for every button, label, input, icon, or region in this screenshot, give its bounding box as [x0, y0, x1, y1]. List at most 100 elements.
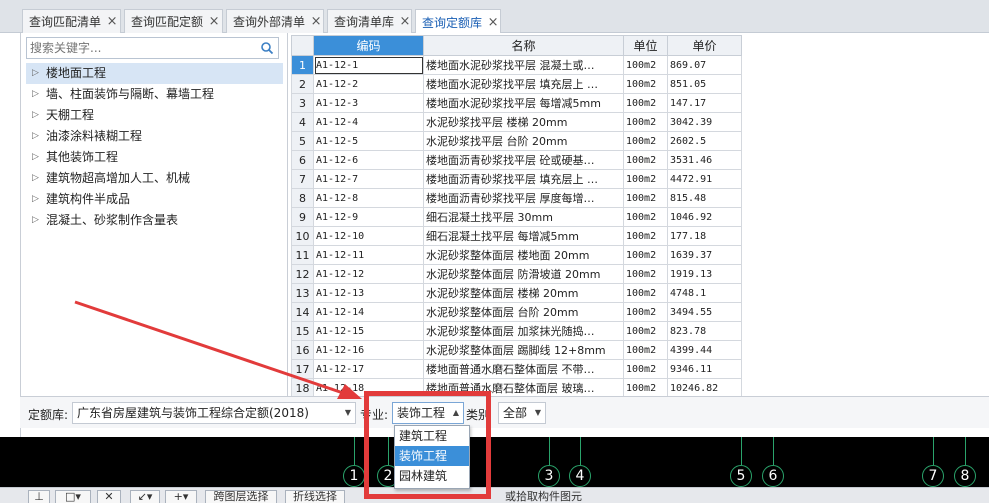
- cell-code[interactable]: A1-12-6: [313, 150, 424, 170]
- grid-corner[interactable]: [291, 35, 314, 56]
- row-number[interactable]: 17: [291, 359, 314, 379]
- tab-query-list-library[interactable]: 查询清单库 ×: [327, 9, 412, 33]
- pointer-icon[interactable]: ↙▾: [130, 490, 160, 503]
- tree-item-other-decoration[interactable]: ▷ 其他装饰工程: [26, 147, 283, 168]
- cell-price[interactable]: 1046.92: [667, 207, 742, 227]
- cell-unit[interactable]: 100m2: [623, 302, 668, 322]
- table-row[interactable]: 15 A1-12-15 水泥砂浆整体面层 加浆抹光随捣… 100m2 823.78: [291, 321, 742, 341]
- cell-unit[interactable]: 100m2: [623, 74, 668, 94]
- cell-price[interactable]: 3042.39: [667, 112, 742, 132]
- row-number[interactable]: 3: [291, 93, 314, 113]
- cell-unit[interactable]: 100m2: [623, 207, 668, 227]
- cell-code[interactable]: A1-12-17: [313, 359, 424, 379]
- tree-item-ceiling[interactable]: ▷ 天棚工程: [26, 105, 283, 126]
- cell-name[interactable]: 水泥砂浆整体面层 踢脚线 12+8mm: [423, 340, 624, 360]
- tree-item-high-rise[interactable]: ▷ 建筑物超高增加人工、机械: [26, 168, 283, 189]
- cell-code[interactable]: A1-12-7: [313, 169, 424, 189]
- cell-name[interactable]: 楼地面普通水磨石整体面层 不带…: [423, 359, 624, 379]
- cell-unit[interactable]: 100m2: [623, 378, 668, 398]
- cell-name[interactable]: 楼地面水泥砂浆找平层 混凝土或…: [423, 55, 624, 75]
- table-row[interactable]: 17 A1-12-17 楼地面普通水磨石整体面层 不带… 100m2 9346.11: [291, 359, 742, 379]
- cell-name[interactable]: 楼地面水泥砂浆找平层 填充层上 …: [423, 74, 624, 94]
- table-row[interactable]: 2 A1-12-2 楼地面水泥砂浆找平层 填充层上 … 100m2 851.05: [291, 74, 742, 94]
- snap-icon[interactable]: ⊥: [28, 490, 50, 503]
- cell-unit[interactable]: 100m2: [623, 264, 668, 284]
- cell-price[interactable]: 4748.1: [667, 283, 742, 303]
- cross-select-icon[interactable]: ✕: [97, 490, 121, 503]
- cross-layer-select-button[interactable]: 跨图层选择: [205, 490, 277, 503]
- add-icon[interactable]: +▾: [165, 490, 197, 503]
- cell-price[interactable]: 177.18: [667, 226, 742, 246]
- cell-unit[interactable]: 100m2: [623, 188, 668, 208]
- cell-unit[interactable]: 100m2: [623, 169, 668, 189]
- close-icon[interactable]: ×: [310, 14, 322, 29]
- cell-name[interactable]: 细石混凝土找平层 30mm: [423, 207, 624, 227]
- cell-unit[interactable]: 100m2: [623, 131, 668, 151]
- row-number[interactable]: 13: [291, 283, 314, 303]
- column-header-unit[interactable]: 单位: [623, 35, 668, 56]
- cell-price[interactable]: 3494.55: [667, 302, 742, 322]
- cell-name[interactable]: 楼地面沥青砂浆找平层 砼或硬基…: [423, 150, 624, 170]
- polyline-select-button[interactable]: 折线选择: [285, 490, 345, 503]
- cell-unit[interactable]: 100m2: [623, 321, 668, 341]
- cell-price[interactable]: 3531.46: [667, 150, 742, 170]
- table-row[interactable]: 16 A1-12-16 水泥砂浆整体面层 踢脚线 12+8mm 100m2 4399.4…: [291, 340, 742, 360]
- cell-name[interactable]: 水泥砂浆整体面层 加浆抹光随捣…: [423, 321, 624, 341]
- tab-query-quota-library[interactable]: 查询定额库 ×: [415, 9, 501, 34]
- cell-name[interactable]: 水泥砂浆找平层 台阶 20mm: [423, 131, 624, 151]
- expand-arrow-icon[interactable]: ▷: [32, 84, 46, 105]
- table-row[interactable]: 13 A1-12-13 水泥砂浆整体面层 楼梯 20mm 100m2 4748.1: [291, 283, 742, 303]
- close-icon[interactable]: ×: [487, 15, 499, 30]
- cell-price[interactable]: 1919.13: [667, 264, 742, 284]
- cell-price[interactable]: 1639.37: [667, 245, 742, 265]
- column-header-name[interactable]: 名称: [423, 35, 624, 56]
- close-icon[interactable]: ×: [399, 14, 411, 29]
- table-row[interactable]: 6 A1-12-6 楼地面沥青砂浆找平层 砼或硬基… 100m2 3531.46: [291, 150, 742, 170]
- table-row[interactable]: 3 A1-12-3 楼地面水泥砂浆找平层 每增减5mm 100m2 147.17: [291, 93, 742, 113]
- tree-item-components[interactable]: ▷ 建筑构件半成品: [26, 189, 283, 210]
- cell-price[interactable]: 4399.44: [667, 340, 742, 360]
- cell-unit[interactable]: 100m2: [623, 359, 668, 379]
- expand-arrow-icon[interactable]: ▷: [32, 126, 46, 147]
- cell-code[interactable]: A1-12-4: [313, 112, 424, 132]
- cell-name[interactable]: 楼地面沥青砂浆找平层 填充层上 …: [423, 169, 624, 189]
- cell-price[interactable]: 823.78: [667, 321, 742, 341]
- cell-code[interactable]: A1-12-10: [313, 226, 424, 246]
- cell-name[interactable]: 楼地面沥青砂浆找平层 厚度每增…: [423, 188, 624, 208]
- drawing-canvas[interactable]: 1 2 3 4 5 6 7 8: [0, 437, 989, 487]
- close-icon[interactable]: ×: [106, 14, 118, 29]
- expand-arrow-icon[interactable]: ▷: [32, 63, 46, 84]
- cell-code[interactable]: A1-12-2: [313, 74, 424, 94]
- tree-item-concrete[interactable]: ▷ 混凝土、砂浆制作含量表: [26, 210, 283, 231]
- row-number[interactable]: 6: [291, 150, 314, 170]
- expand-arrow-icon[interactable]: ▷: [32, 105, 46, 126]
- cell-code[interactable]: A1-12-12: [313, 264, 424, 284]
- cell-price[interactable]: 2602.5: [667, 131, 742, 151]
- cell-code[interactable]: A1-12-14: [313, 302, 424, 322]
- expand-arrow-icon[interactable]: ▷: [32, 147, 46, 168]
- column-header-price[interactable]: 单价: [667, 35, 742, 56]
- column-header-code[interactable]: 编码: [313, 35, 424, 56]
- category-select[interactable]: 全部 ▼: [498, 402, 546, 424]
- cell-unit[interactable]: 100m2: [623, 340, 668, 360]
- tab-query-match-list[interactable]: 查询匹配清单 ×: [22, 9, 121, 33]
- tab-query-match-quota[interactable]: 查询匹配定额 ×: [124, 9, 223, 33]
- cell-name[interactable]: 楼地面水泥砂浆找平层 每增减5mm: [423, 93, 624, 113]
- row-number[interactable]: 12: [291, 264, 314, 284]
- row-number[interactable]: 4: [291, 112, 314, 132]
- row-number[interactable]: 1: [291, 55, 314, 75]
- table-row[interactable]: 10 A1-12-10 细石混凝土找平层 每增减5mm 100m2 177.18: [291, 226, 742, 246]
- row-number[interactable]: 16: [291, 340, 314, 360]
- row-number[interactable]: 18: [291, 378, 314, 398]
- cell-code[interactable]: A1-12-15: [313, 321, 424, 341]
- expand-arrow-icon[interactable]: ▷: [32, 168, 46, 189]
- cell-price[interactable]: 10246.82: [667, 378, 742, 398]
- select-box-icon[interactable]: □▾: [55, 490, 91, 503]
- table-row[interactable]: 12 A1-12-12 水泥砂浆整体面层 防滑坡道 20mm 100m2 1919.13: [291, 264, 742, 284]
- cell-code[interactable]: A1-12-13: [313, 283, 424, 303]
- cell-unit[interactable]: 100m2: [623, 93, 668, 113]
- row-number[interactable]: 11: [291, 245, 314, 265]
- cell-price[interactable]: 869.07: [667, 55, 742, 75]
- row-number[interactable]: 9: [291, 207, 314, 227]
- table-row[interactable]: 5 A1-12-5 水泥砂浆找平层 台阶 20mm 100m2 2602.5: [291, 131, 742, 151]
